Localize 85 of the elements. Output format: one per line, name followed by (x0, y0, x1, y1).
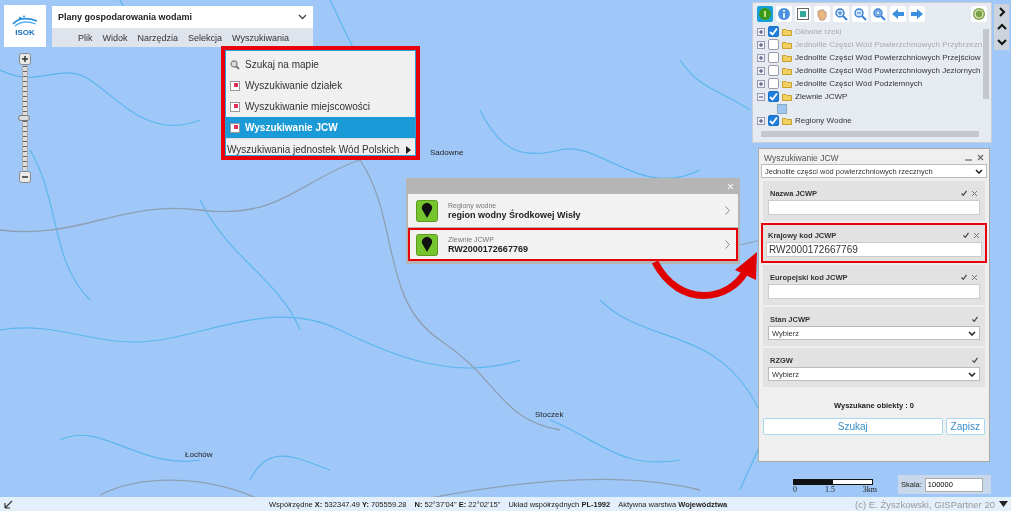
check-icon[interactable] (963, 232, 969, 238)
chevron-right-icon[interactable] (996, 6, 1007, 17)
check-icon[interactable] (972, 357, 978, 363)
menu-option[interactable]: Wyszukiwanie działek (226, 75, 415, 96)
check-icon[interactable] (961, 190, 967, 196)
input-field[interactable] (768, 200, 980, 215)
layer-checkbox[interactable] (768, 65, 779, 76)
scale-label: 0 (793, 485, 797, 494)
layer-checkbox[interactable] (768, 91, 779, 102)
menu-item[interactable]: Plik (78, 32, 93, 43)
project-select[interactable]: Plany gospodarowania wodami (52, 6, 313, 28)
remove-icon[interactable] (973, 231, 980, 239)
copyright-text: (c) E. Żyszkowski, GISPartner 20 (855, 498, 995, 510)
layer-item[interactable]: Jednolite Części Wód Podziemnych (757, 77, 983, 90)
panel-title: Wyszukiwanie JCW (764, 152, 839, 163)
menu-option[interactable]: Wyszukiwanie miejscowości (226, 96, 415, 117)
submenu-arrow-icon (406, 145, 411, 154)
expander-icon[interactable] (757, 53, 765, 62)
feature-name: RW2000172667769 (448, 243, 529, 254)
toolbar-button[interactable] (909, 6, 925, 22)
chevron-down-icon (298, 14, 307, 20)
scale-label: 1.5 (824, 485, 835, 494)
expander-icon[interactable] (757, 116, 765, 125)
input-field[interactable] (768, 284, 980, 299)
search-icon (230, 59, 240, 70)
chevron-down-icon[interactable] (996, 37, 1007, 48)
layer-checkbox[interactable] (768, 115, 779, 126)
menu-item[interactable]: Widok (102, 32, 128, 43)
menu-item[interactable]: Wyszukiwania (232, 32, 290, 43)
layer-checkbox[interactable] (768, 78, 779, 89)
layer-item[interactable]: Jednolite Części Wód Powierzchniowych Jeziornych (757, 64, 983, 77)
chevron-down-icon (968, 330, 976, 336)
zoom-in-button[interactable] (19, 53, 31, 65)
logo-text: ISOK (15, 28, 35, 37)
place-label: Łochów (185, 450, 213, 459)
toolbar-button[interactable] (776, 6, 792, 22)
layer-item[interactable]: Jednolite Części Wód Powierzchniowych Przejściow (757, 51, 983, 64)
check-icon[interactable] (961, 274, 967, 280)
menu-option[interactable]: Wyszukiwania jednostek Wód Polskich (226, 138, 415, 160)
form-icon (230, 122, 240, 133)
toolbar-button[interactable] (833, 6, 849, 22)
map-pin-icon (416, 233, 438, 256)
remove-icon[interactable] (971, 273, 978, 281)
form-icon (230, 80, 240, 91)
check-icon[interactable] (972, 316, 978, 322)
chevron-down-icon (968, 371, 976, 377)
toolbar-button[interactable] (795, 6, 811, 22)
form-icon (230, 101, 240, 112)
menu-item[interactable]: Selekcja (188, 32, 223, 43)
toolbar-button[interactable] (757, 6, 773, 22)
place-label: Stoczek (535, 410, 564, 419)
dropdown-icon[interactable] (999, 501, 1008, 507)
remove-icon[interactable] (971, 189, 978, 197)
folder-icon (782, 116, 792, 125)
expander-icon[interactable] (757, 79, 765, 88)
chevron-up-icon[interactable] (996, 22, 1007, 32)
close-icon[interactable] (977, 154, 984, 161)
toolbar-button[interactable] (871, 6, 887, 22)
layer-item[interactable]: Regiony Wodne (757, 114, 983, 127)
chevron-right-icon (725, 206, 730, 215)
expander-icon[interactable] (757, 92, 765, 101)
expander-icon[interactable] (757, 66, 765, 75)
layer-item[interactable]: Zlewnie JCWP (757, 90, 983, 103)
legend-swatch (777, 103, 787, 114)
search-button[interactable]: Szukaj (763, 418, 943, 435)
menu-option[interactable]: Szukaj na mapie (226, 54, 415, 75)
horizontal-scrollbar[interactable] (761, 131, 979, 137)
map-pin-icon (416, 199, 438, 222)
scale-label: 3km (862, 485, 877, 494)
place-label: Sadowne (430, 148, 464, 157)
toolbar-button[interactable] (971, 6, 987, 22)
waves-icon (12, 15, 38, 27)
toolbar-button[interactable] (852, 6, 868, 22)
toolbar-button[interactable] (890, 6, 906, 22)
layer-checkbox[interactable] (768, 52, 779, 63)
vertical-scrollbar[interactable] (983, 29, 989, 99)
toolbar-button[interactable] (814, 6, 830, 22)
save-button[interactable]: Zapisz (945, 418, 985, 435)
input-field[interactable]: RW2000172667769 (766, 242, 982, 257)
feature-name: region wodny Środkowej Wisły (448, 209, 582, 220)
menu-item[interactable]: Narzędzia (137, 32, 179, 43)
chevron-down-icon (975, 168, 983, 174)
zoom-out-button[interactable] (19, 171, 31, 183)
resize-icon[interactable] (4, 499, 13, 509)
chevron-right-icon (725, 240, 730, 249)
